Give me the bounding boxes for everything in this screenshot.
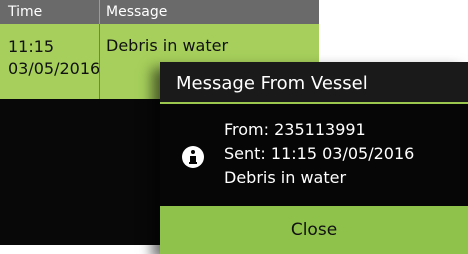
dialog-title: Message From Vessel bbox=[160, 62, 468, 104]
row-date: 03/05/2016 bbox=[8, 59, 101, 78]
row-time-cell: 11:15 03/05/2016 bbox=[0, 24, 101, 99]
sent-time-text: Sent: 11:15 03/05/2016 bbox=[224, 144, 415, 163]
close-button[interactable]: Close bbox=[160, 206, 468, 254]
column-header-message[interactable]: Message bbox=[99, 0, 319, 24]
table-header: Time Message bbox=[0, 0, 319, 24]
row-time: 11:15 bbox=[8, 37, 55, 56]
column-header-time[interactable]: Time bbox=[0, 0, 98, 24]
sender-text: From: 235113991 bbox=[224, 120, 366, 139]
message-dialog: Message From Vessel From: 235113991 Sent… bbox=[160, 62, 468, 254]
dialog-body: From: 235113991 Sent: 11:15 03/05/2016 D… bbox=[224, 118, 464, 190]
message-text: Debris in water bbox=[224, 168, 347, 187]
info-icon bbox=[182, 146, 204, 168]
